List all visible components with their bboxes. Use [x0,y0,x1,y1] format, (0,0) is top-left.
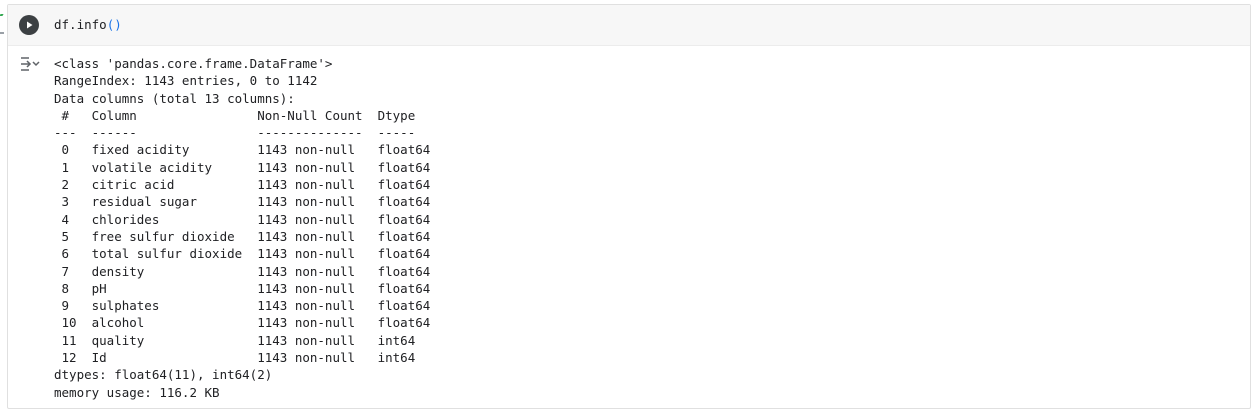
cell-output-area: <class 'pandas.core.frame.DataFrame'> Ra… [8,46,1250,408]
output-line: dtypes: float64(11), int64(2) [54,367,273,383]
gutter-mark-green [0,14,4,16]
output-line: 6 total sulfur dioxide 1143 non-null flo… [54,246,431,262]
output-toggle-button[interactable] [19,56,41,72]
gutter-mark-gray [0,32,4,34]
cell-gutter-marks [0,8,6,38]
output-line: --- ------ -------------- ----- [54,125,431,141]
code-text: df.info [54,17,107,32]
output-line: 3 residual sugar 1143 non-null float64 [54,194,431,210]
output-line: 7 density 1143 non-null float64 [54,263,431,279]
output-line: memory usage: 116.2 KB [54,384,220,400]
run-cell-button[interactable] [19,15,39,35]
output-line: <class 'pandas.core.frame.DataFrame'> [54,56,333,71]
output-line: # Column Non-Null Count Dtype [54,107,431,123]
output-line: 2 citric acid 1143 non-null float64 [54,177,431,193]
output-line: 4 chlorides 1143 non-null float64 [54,211,431,227]
output-toggle-icon [21,57,40,71]
code-parens: () [106,17,122,32]
output-line: 10 alcohol 1143 non-null float64 [54,315,431,331]
output-line: 11 quality 1143 non-null int64 [54,332,431,348]
output-line: 9 sulphates 1143 non-null float64 [54,298,431,314]
output-text: <class 'pandas.core.frame.DataFrame'> Ra… [54,55,430,401]
output-line: 1 volatile acidity 1143 non-null float64 [54,159,431,175]
notebook-page: df.info() <class 'pandas.core.frame.Data… [0,0,1252,411]
output-line: 12 Id 1143 non-null int64 [54,350,431,366]
output-line: 5 free sulfur dioxide 1143 non-null floa… [54,228,431,244]
code-input-row[interactable]: df.info() [8,5,1250,46]
output-line: 0 fixed acidity 1143 non-null float64 [54,142,431,158]
code-editor-line[interactable]: df.info() [54,17,122,33]
output-line: Data columns (total 13 columns): [54,90,295,106]
output-line: 8 pH 1143 non-null float64 [54,280,431,296]
play-icon [27,21,33,29]
output-line: RangeIndex: 1143 entries, 0 to 1142 [54,73,318,89]
code-cell[interactable]: df.info() <class 'pandas.core.frame.Data… [7,4,1251,409]
